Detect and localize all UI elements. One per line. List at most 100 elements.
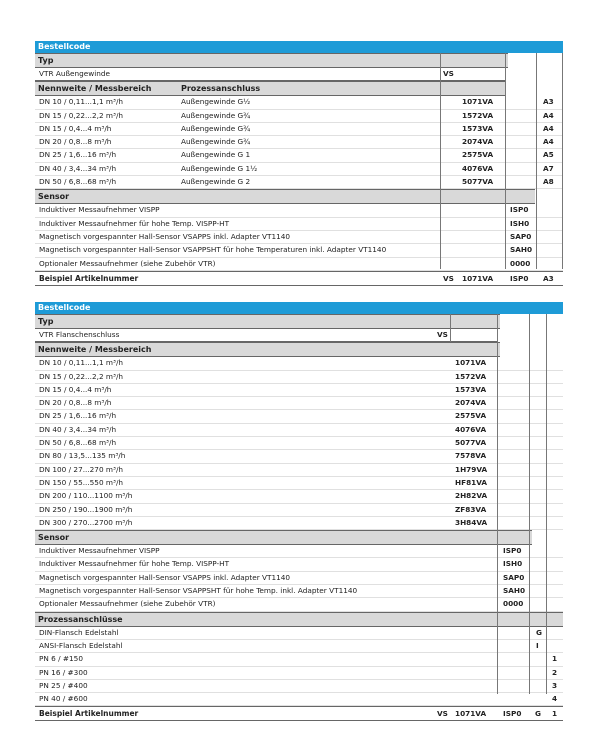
size-code: 1573VA <box>455 384 487 394</box>
section-label-connection: Prozessanschluss <box>181 84 261 94</box>
size-code: 1572VA <box>455 371 487 381</box>
connection-label: Außengewinde G 1½ <box>181 163 258 173</box>
size-code: 1071VA <box>455 358 487 368</box>
table-row: DN 15 / 0,4...4 m³/h 1573VA <box>35 384 563 398</box>
nominal-size-label: DN 20 / 0,8...8 m³/h <box>39 398 112 408</box>
pressure-label: PN 25 / #400 <box>39 680 88 690</box>
connection-label: Außengewinde G¾ <box>181 137 251 147</box>
example-code-size: 1071VA <box>455 709 487 719</box>
example-code-sensor: ISP0 <box>503 709 522 719</box>
nominal-size-label: DN 300 / 270...2700 m³/h <box>39 517 133 527</box>
table-row: Optionaler Messaufnehmer (siehe Zubehör … <box>35 258 563 271</box>
table-row: DN 200 / 110...1100 m³/h 2H82VA <box>35 490 563 504</box>
pressure-code: 4 <box>552 694 558 704</box>
connection-label: Außengewinde G½ <box>181 97 251 107</box>
table-row: DN 80 / 13,5...135 m³/h 7578VA <box>35 450 563 464</box>
nominal-size-label: DN 25 / 1,6...16 m³/h <box>39 411 117 421</box>
nominal-size-label: DN 40 / 3,4...34 m³/h <box>39 424 117 434</box>
nominal-size-label: DN 15 / 0,22...2,2 m³/h <box>39 371 124 381</box>
type-row: VTR Außengewinde VS <box>35 68 505 82</box>
pressure-code: 2 <box>552 667 558 677</box>
sensor-label: Optionaler Messaufnehmer (siehe Zubehör … <box>39 599 216 609</box>
size-code: 5077VA <box>455 438 487 448</box>
pressure-code: 3 <box>552 680 558 690</box>
example-label: Beispiel Artikelnummer <box>39 273 139 283</box>
table-row: Magnetisch vorgespannter Hall-Sensor VSA… <box>35 585 563 599</box>
example-row: Beispiel Artikelnummer VS 1071VA ISP0 A3 <box>35 270 563 286</box>
nominal-size-label: DN 200 / 110...1100 m³/h <box>39 491 133 501</box>
nominal-size-list: DN 10 / 0,11...1,1 m³/h Außengewinde G½ 10… <box>35 96 563 190</box>
nominal-size-label: DN 250 / 190...1900 m³/h <box>39 504 133 514</box>
section-label: Typ <box>38 317 54 326</box>
type-code: VS <box>437 330 448 339</box>
column-divider <box>505 53 506 269</box>
nominal-size-label: DN 10 / 0,11...1,1 m³/h <box>39 97 124 107</box>
section-label: Sensor <box>38 192 70 202</box>
table-header: Bestellcode <box>35 302 563 314</box>
size-code: 1572VA <box>462 110 494 120</box>
size-code: ZF83VA <box>455 504 487 514</box>
flange-label: ANSI-Flansch Edelstahl <box>39 640 123 650</box>
table-header: Bestellcode <box>35 41 563 53</box>
pressure-code: 1 <box>552 654 558 664</box>
type-row: VTR Flanschenschluss VS <box>35 329 497 343</box>
table-row: DN 40 / 3,4...34 m³/h 4076VA <box>35 424 563 438</box>
nominal-size-label: DN 50 / 6,8...68 m³/h <box>39 177 117 187</box>
type-label: VTR Außengewinde <box>39 69 111 78</box>
connection-code: A4 <box>543 110 554 120</box>
table-row: DN 50 / 6,8...68 m³/h Außengewinde G 2 507… <box>35 176 563 190</box>
column-divider <box>497 314 498 694</box>
sensor-code: SAP0 <box>503 572 525 582</box>
connection-code: A5 <box>543 150 554 160</box>
table-row: DN 40 / 3,4...34 m³/h Außengewinde G 1½ 40… <box>35 163 563 177</box>
flange-list: DIN-Flansch Edelstahl G ANSI-Flansch Edels… <box>35 627 563 654</box>
sensor-code: ISH0 <box>510 218 530 228</box>
column-divider <box>546 314 547 694</box>
section-nominal-size: Nennweite / Messbereich <box>35 342 500 358</box>
table-row: PN 6 / #150 1 <box>35 653 563 667</box>
pressure-list: PN 6 / #150 1 PN 16 / #300 2 PN 25 / #400 3 PN… <box>35 653 563 707</box>
sensor-label: Induktiver Messaufnehmer für hohe Temp. … <box>39 218 230 228</box>
connection-code: A4 <box>543 137 554 147</box>
order-code-table-flange: Bestellcode Typ VTR Flanschenschluss VS … <box>35 302 563 722</box>
pressure-label: PN 40 / #600 <box>39 694 88 704</box>
section-sensor: Sensor <box>35 530 532 546</box>
example-code-type: VS <box>437 709 448 719</box>
size-code: 1H79VA <box>455 464 488 474</box>
flange-code: I <box>536 640 539 650</box>
size-code: 2H82VA <box>455 491 488 501</box>
size-code: 3H84VA <box>455 517 488 527</box>
sensor-label: Induktiver Messaufnehmer VISPP <box>39 205 160 215</box>
column-divider <box>562 53 563 269</box>
type-label: VTR Flanschenschluss <box>39 330 120 339</box>
pressure-label: PN 16 / #300 <box>39 667 88 677</box>
flange-label: DIN-Flansch Edelstahl <box>39 627 119 637</box>
section-label: Prozessanschlüsse <box>38 614 123 624</box>
example-code-sensor: ISP0 <box>510 273 529 283</box>
size-code: 1573VA <box>462 123 494 133</box>
section-label: Nennweite / Messbereich <box>38 345 152 355</box>
table-row: Induktiver Messaufnehmer für hohe Temp. … <box>35 558 563 572</box>
nominal-size-label: DN 15 / 0,22...2,2 m³/h <box>39 110 124 120</box>
nominal-size-label: DN 15 / 0,4...4 m³/h <box>39 123 112 133</box>
sensor-code: ISP0 <box>503 546 522 556</box>
connection-label: Außengewinde G 2 <box>181 177 251 187</box>
section-nominal-size: Nennweite / Messbereich Prozessanschluss <box>35 81 505 97</box>
table-row: DN 15 / 0,22...2,2 m³/h Außengewinde G¾ 15… <box>35 110 563 123</box>
size-code: 5077VA <box>462 177 494 187</box>
table-row: PN 25 / #400 3 <box>35 680 563 694</box>
nominal-size-label: DN 50 / 6,8...68 m³/h <box>39 438 117 448</box>
nominal-size-label: DN 15 / 0,4...4 m³/h <box>39 384 112 394</box>
column-divider <box>536 53 537 269</box>
sensor-code: SAH0 <box>503 586 526 596</box>
nominal-size-list: DN 10 / 0,11...1,1 m³/h 1071VA DN 15 / 0,2… <box>35 357 563 531</box>
size-code: 2575VA <box>455 411 487 421</box>
nominal-size-label: DN 100 / 27...270 m³/h <box>39 464 124 474</box>
sensor-label: Magnetisch vorgespannter Hall-Sensor VSA… <box>39 586 358 596</box>
table-row: Induktiver Messaufnehmer VISPP ISP0 <box>35 545 563 559</box>
sensor-code: 0000 <box>510 258 531 268</box>
nominal-size-label: DN 25 / 1,6...16 m³/h <box>39 150 117 160</box>
table-row: Magnetisch vorgespannter Hall-Sensor VSA… <box>35 244 563 258</box>
table-row: DN 10 / 0,11...1,1 m³/h 1071VA <box>35 357 563 371</box>
sensor-label: Induktiver Messaufnehmer VISPP <box>39 546 160 556</box>
